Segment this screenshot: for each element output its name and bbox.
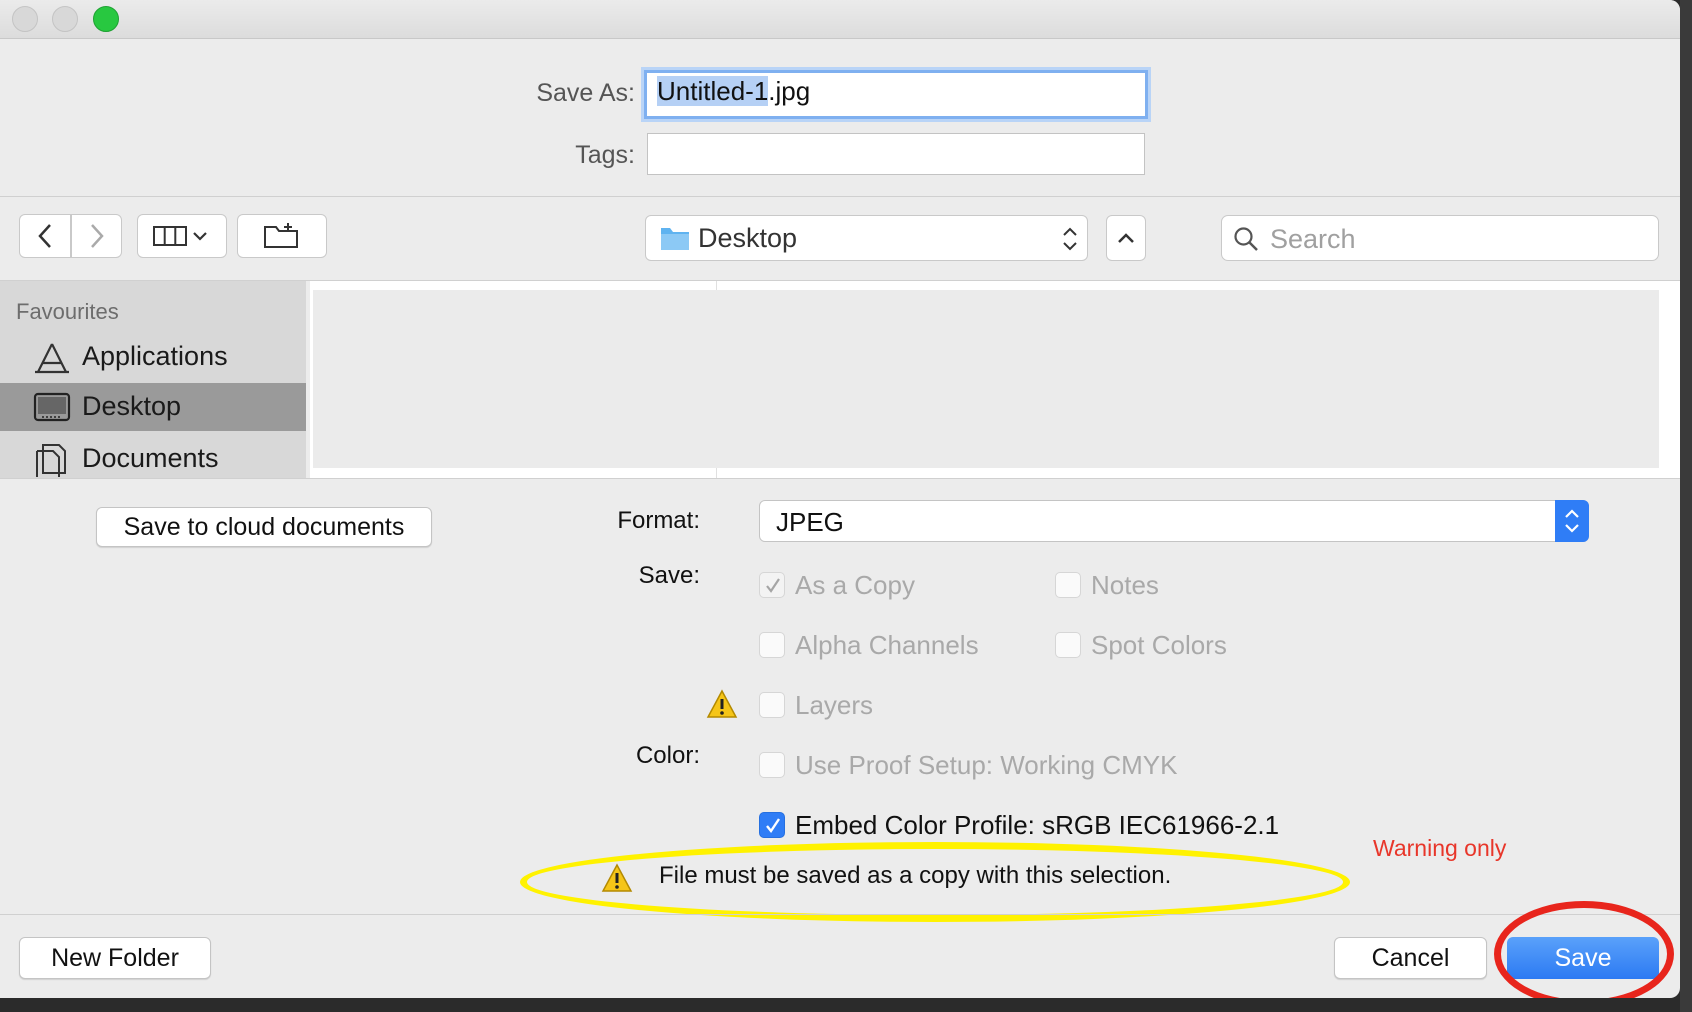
applications-icon xyxy=(35,343,69,374)
minimize-window-button[interactable] xyxy=(52,6,78,32)
title-bar xyxy=(0,0,1680,39)
background-window-edge xyxy=(1680,0,1692,1012)
highlight-ellipse-annotation xyxy=(520,842,1350,922)
location-name: Desktop xyxy=(698,223,798,253)
tags-label: Tags: xyxy=(575,141,635,169)
new-folder-toolbar-button[interactable] xyxy=(237,214,327,258)
annotation-note: Warning only xyxy=(1373,835,1507,861)
save-dialog: Save As: Untitled-1.jpg Tags: Desktop Fa… xyxy=(0,0,1680,998)
format-value: JPEG xyxy=(776,507,844,537)
chevron-right-icon xyxy=(90,224,104,248)
embed-color-profile-checkbox[interactable] xyxy=(759,812,785,838)
new-folder-icon xyxy=(264,223,298,248)
divider xyxy=(0,478,1680,479)
tags-field[interactable] xyxy=(647,133,1145,175)
columns-view-icon xyxy=(153,226,207,246)
desktop-icon xyxy=(33,392,71,422)
back-button[interactable] xyxy=(19,214,71,258)
chevron-left-icon xyxy=(38,224,51,248)
format-select[interactable]: JPEG xyxy=(759,500,1589,542)
save-options-label: Save: xyxy=(638,562,700,589)
divider xyxy=(0,196,1680,197)
spot-colors-label: Spot Colors xyxy=(1091,630,1227,660)
sidebar-item-documents[interactable]: Documents xyxy=(0,435,306,483)
spot-colors-checkbox[interactable] xyxy=(1055,632,1081,658)
filename-extension: .jpg xyxy=(768,76,811,106)
layers-checkbox[interactable] xyxy=(759,692,785,718)
divider xyxy=(0,914,1680,915)
zoom-window-button[interactable] xyxy=(93,6,119,32)
documents-icon xyxy=(36,444,66,477)
close-window-button[interactable] xyxy=(12,6,38,32)
view-mode-button[interactable] xyxy=(137,214,227,258)
search-box[interactable] xyxy=(1221,215,1659,261)
alpha-channels-label: Alpha Channels xyxy=(795,630,979,660)
alpha-channels-checkbox[interactable] xyxy=(759,632,785,658)
new-folder-button[interactable]: New Folder xyxy=(19,937,211,979)
chevron-up-icon xyxy=(1118,233,1134,243)
circle-annotation xyxy=(1494,901,1674,998)
sidebar: Favourites Applications Desktop Document… xyxy=(0,281,306,478)
expand-collapse-button[interactable] xyxy=(1106,215,1146,261)
filename-field[interactable]: Untitled-1.jpg xyxy=(644,70,1148,119)
sidebar-item-label: Applications xyxy=(82,341,228,371)
sidebar-heading: Favourites xyxy=(16,299,119,324)
search-icon xyxy=(1234,227,1258,251)
format-label: Format: xyxy=(617,507,700,534)
color-label: Color: xyxy=(635,742,700,769)
sidebar-item-label: Desktop xyxy=(82,391,182,421)
search-input[interactable] xyxy=(1268,222,1652,256)
format-select-arrows xyxy=(1555,500,1589,542)
notes-checkbox[interactable] xyxy=(1055,572,1081,598)
checkmark-icon xyxy=(766,578,780,593)
location-popup[interactable]: Desktop xyxy=(645,215,1088,261)
save-to-cloud-button[interactable]: Save to cloud documents xyxy=(96,507,432,547)
embed-color-profile-label: Embed Color Profile: sRGB IEC61966-2.1 xyxy=(795,810,1280,840)
file-browser[interactable] xyxy=(310,281,1680,478)
save-as-label: Save As: xyxy=(536,79,635,107)
forward-button[interactable] xyxy=(71,214,122,258)
as-a-copy-checkbox[interactable] xyxy=(759,572,785,598)
use-proof-setup-label: Use Proof Setup: Working CMYK xyxy=(795,750,1178,780)
sidebar-item-label: Documents xyxy=(82,443,219,473)
folder-icon xyxy=(661,228,689,250)
filename-selected-text: Untitled-1 xyxy=(657,76,769,106)
sidebar-item-applications[interactable]: Applications xyxy=(0,333,306,381)
checkmark-icon xyxy=(766,818,780,834)
sidebar-item-desktop[interactable]: Desktop xyxy=(0,383,306,431)
use-proof-setup-checkbox[interactable] xyxy=(759,752,785,778)
as-a-copy-label: As a Copy xyxy=(795,570,915,600)
cancel-button[interactable]: Cancel xyxy=(1334,937,1487,979)
layers-label: Layers xyxy=(795,690,874,720)
notes-label: Notes xyxy=(1091,570,1159,600)
file-list-area xyxy=(313,290,1659,468)
stepper-arrows-icon xyxy=(1565,509,1579,533)
warning-icon xyxy=(706,689,738,718)
stepper-arrows-icon xyxy=(1063,227,1077,251)
